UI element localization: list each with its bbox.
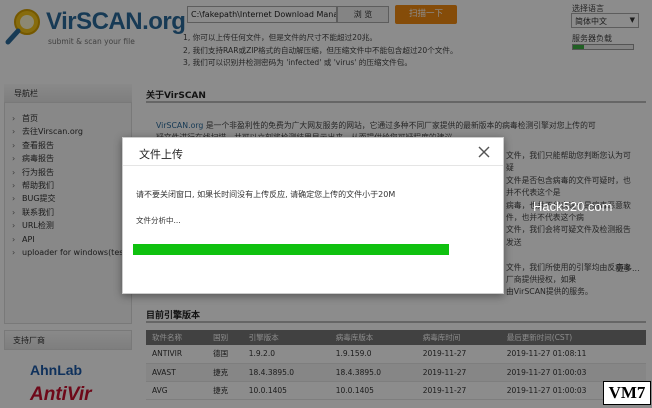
- dialog-message: 请不要关闭窗口, 如果长时间没有上传反应, 请确定您上传的文件小于20M: [136, 190, 396, 199]
- upload-progress-fill: [133, 244, 449, 255]
- close-icon[interactable]: [473, 141, 495, 163]
- dialog-status: 文件分析中...: [136, 216, 181, 225]
- dialog-title: 文件上传: [139, 148, 183, 161]
- dialog-divider: [123, 165, 503, 166]
- watermark: Hack520.com: [533, 199, 613, 214]
- upload-dialog: 文件上传 请不要关闭窗口, 如果长时间没有上传反应, 请确定您上传的文件小于20…: [122, 137, 504, 294]
- corner-badge: VM7: [603, 381, 651, 405]
- upload-progress-bar: [133, 244, 449, 255]
